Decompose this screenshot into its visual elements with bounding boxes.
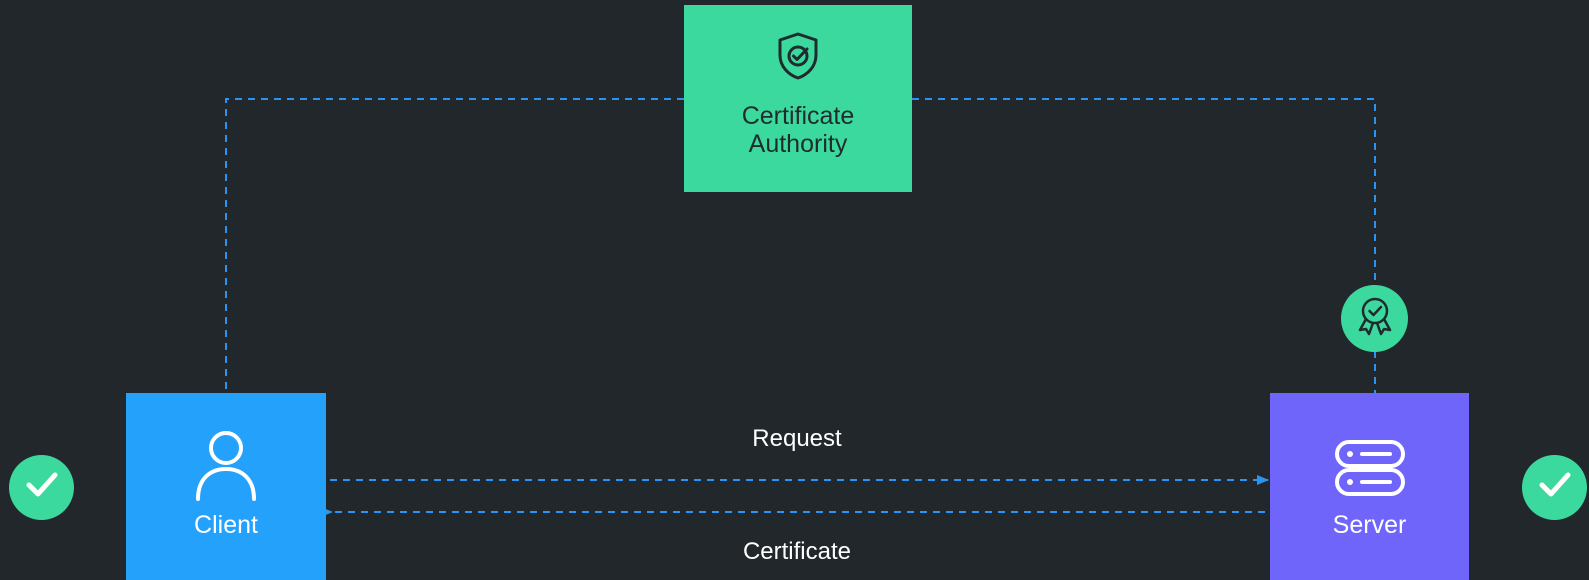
tls-diagram: Certificate Authority Client Server Requ…	[0, 0, 1589, 580]
request-label: Request	[752, 425, 842, 452]
award-ribbon-icon	[1354, 295, 1396, 342]
client-node: Client	[126, 393, 326, 580]
server-verified-badge	[1522, 455, 1587, 520]
certificate-badge	[1341, 285, 1408, 352]
ca-label-line1: Certificate	[741, 102, 855, 130]
server-node: Server	[1270, 393, 1469, 580]
user-icon	[194, 429, 258, 506]
certificate-label: Certificate	[742, 538, 852, 565]
client-verified-badge	[9, 455, 74, 520]
ca-to-server-connector	[912, 98, 1376, 393]
check-icon	[25, 470, 59, 505]
ca-to-client-connector	[225, 98, 684, 393]
shield-check-icon	[776, 31, 820, 86]
certificate-authority-node: Certificate Authority	[684, 5, 912, 192]
client-label: Client	[194, 511, 258, 539]
certificate-authority-label: Certificate Authority	[742, 102, 855, 158]
check-icon	[1538, 470, 1572, 505]
server-icon	[1334, 439, 1406, 502]
server-label: Server	[1332, 511, 1407, 539]
ca-label-line2: Authority	[748, 130, 848, 158]
